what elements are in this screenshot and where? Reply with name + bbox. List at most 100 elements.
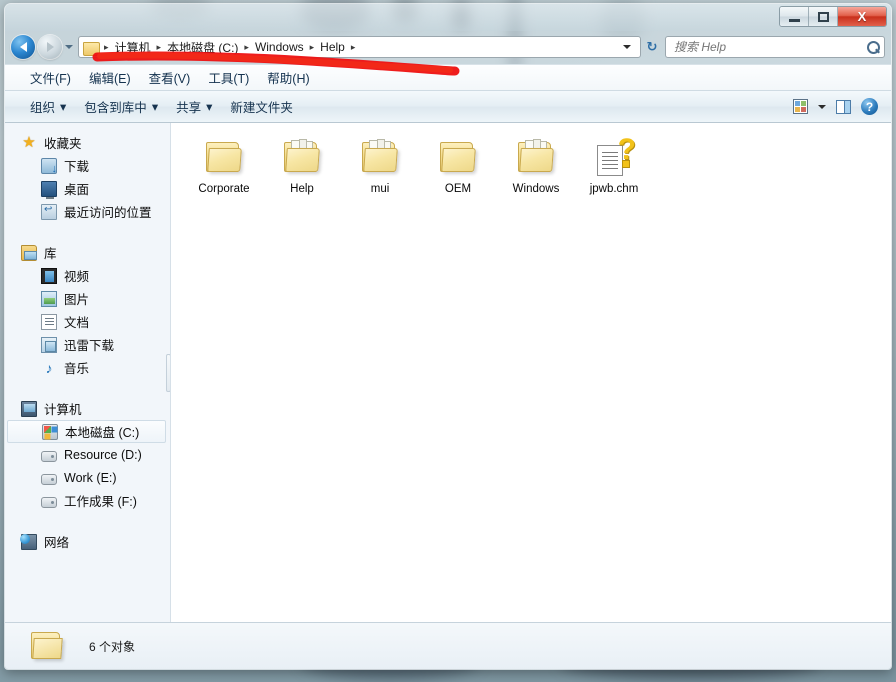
back-arrow-icon [20, 42, 27, 52]
navigation-pane[interactable]: ★ 收藏夹 下载 桌面 最近访问的位置 [5, 123, 171, 622]
organize-button[interactable]: 组织 ▾ [21, 93, 75, 120]
forward-button[interactable] [38, 35, 62, 59]
view-mode-button[interactable] [788, 96, 813, 117]
address-bar[interactable]: ▸ 计算机 ▸ 本地磁盘 (C:) ▸ Windows ▸ Help ▸ [78, 36, 641, 58]
sidebar-item-work-results-f[interactable]: 工作成果 (F:) [5, 489, 170, 512]
organize-label: 组织 [30, 97, 55, 116]
sidebar-label-network: 网络 [44, 532, 69, 551]
share-label: 共享 [176, 97, 201, 116]
sidebar-item-thunder-download[interactable]: 迅雷下载 [5, 333, 170, 356]
sidebar-label-recent-places: 最近访问的位置 [64, 202, 152, 221]
nav-group-computer: 计算机 本地磁盘 (C:) Resource (D:) Work (E:) 工作… [5, 397, 170, 512]
music-icon: ♪ [41, 360, 57, 376]
file-item-windows[interactable]: Windows [497, 133, 575, 202]
help-circle-icon: ? [861, 98, 878, 115]
sidebar-item-downloads[interactable]: 下载 [5, 154, 170, 177]
nav-group-network: 网络 [5, 530, 170, 553]
include-in-library-button[interactable]: 包含到库中 ▾ [75, 93, 167, 120]
new-folder-label: 新建文件夹 [230, 97, 293, 116]
preview-pane-button[interactable] [831, 97, 856, 117]
nav-group-libraries: 库 视频 图片 文档 迅雷下载 [5, 241, 170, 379]
menu-file[interactable]: 文件(F) [21, 65, 80, 90]
maximize-icon [818, 12, 829, 22]
sidebar-label-local-disk-c: 本地磁盘 (C:) [65, 422, 139, 441]
close-button[interactable]: X [838, 7, 886, 26]
folder-with-files-icon [277, 137, 327, 179]
breadcrumb-separator: ▸ [100, 42, 113, 53]
chevron-down-icon: ▾ [206, 99, 212, 114]
menu-tools[interactable]: 工具(T) [199, 65, 258, 90]
file-item-corporate[interactable]: Corporate [185, 133, 263, 202]
search-input[interactable] [674, 40, 867, 54]
search-box[interactable] [665, 36, 885, 58]
sidebar-item-libraries[interactable]: 库 [5, 241, 170, 264]
preview-pane-icon [836, 100, 851, 114]
sidebar-item-desktop[interactable]: 桌面 [5, 177, 170, 200]
file-item-oem[interactable]: OEM [419, 133, 497, 202]
explorer-window: X ▸ 计算机 ▸ 本地磁盘 (C:) ▸ Windows ▸ Help [4, 3, 892, 670]
chevron-down-icon: ▾ [152, 99, 158, 114]
sidebar-label-documents: 文档 [64, 312, 89, 331]
minimize-button[interactable] [780, 7, 809, 26]
command-toolbar: 组织 ▾ 包含到库中 ▾ 共享 ▾ 新建文件夹 ? [5, 90, 891, 123]
breadcrumb-separator: ▸ [347, 42, 360, 53]
include-in-library-label: 包含到库中 [84, 97, 147, 116]
breadcrumb: ▸ 计算机 ▸ 本地磁盘 (C:) ▸ Windows ▸ Help ▸ [100, 38, 620, 57]
refresh-button[interactable]: ↻ [641, 39, 663, 55]
sidebar-label-favorites: 收藏夹 [44, 133, 82, 152]
sidebar-label-thunder-download: 迅雷下载 [64, 335, 114, 354]
menu-help[interactable]: 帮助(H) [258, 65, 318, 90]
menu-edit[interactable]: 编辑(E) [80, 65, 140, 90]
help-button[interactable]: ? [856, 95, 883, 118]
explorer-body: ★ 收藏夹 下载 桌面 最近访问的位置 [5, 123, 891, 622]
sidebar-label-resource-d: Resource (D:) [64, 448, 142, 462]
sidebar-item-recent-places[interactable]: 最近访问的位置 [5, 200, 170, 223]
file-grid: Corporate Help mui [185, 133, 891, 208]
new-folder-button[interactable]: 新建文件夹 [221, 93, 302, 120]
view-mode-dropdown-button[interactable] [813, 102, 831, 112]
network-icon [21, 534, 37, 550]
drive-icon [41, 497, 57, 508]
sidebar-item-computer[interactable]: 计算机 [5, 397, 170, 420]
sidebar-item-work-e[interactable]: Work (E:) [5, 466, 170, 489]
file-item-help[interactable]: Help [263, 133, 341, 202]
sidebar-label-videos: 视频 [64, 266, 89, 285]
chm-file-icon: ? [589, 137, 639, 179]
sidebar-item-documents[interactable]: 文档 [5, 310, 170, 333]
file-name: Windows [513, 183, 560, 196]
sidebar-item-music[interactable]: ♪ 音乐 [5, 356, 170, 379]
maximize-button[interactable] [809, 7, 838, 26]
desktop-icon [41, 181, 57, 197]
file-list-pane[interactable]: Corporate Help mui [171, 123, 891, 622]
window-controls: X [779, 6, 887, 27]
breadcrumb-item-local-disk[interactable]: 本地磁盘 (C:) [165, 38, 240, 57]
minimize-icon [789, 19, 800, 22]
documents-icon [41, 314, 57, 330]
sidebar-item-local-disk-c[interactable]: 本地磁盘 (C:) [7, 420, 166, 443]
sidebar-label-work-e: Work (E:) [64, 471, 117, 485]
sidebar-label-pictures: 图片 [64, 289, 89, 308]
chevron-down-icon: ▾ [60, 99, 66, 114]
sidebar-item-videos[interactable]: 视频 [5, 264, 170, 287]
navigation-bar: ▸ 计算机 ▸ 本地磁盘 (C:) ▸ Windows ▸ Help ▸ ↻ [5, 31, 891, 63]
breadcrumb-item-computer[interactable]: 计算机 [113, 38, 153, 57]
sidebar-item-pictures[interactable]: 图片 [5, 287, 170, 310]
status-text: 6 个对象 [89, 638, 135, 655]
menu-view[interactable]: 查看(V) [140, 65, 200, 90]
sidebar-item-favorites[interactable]: ★ 收藏夹 [5, 131, 170, 154]
breadcrumb-item-help[interactable]: Help [318, 39, 347, 55]
history-dropdown-button[interactable] [62, 45, 76, 49]
pictures-icon [41, 291, 57, 307]
drive-icon [41, 474, 57, 485]
file-item-mui[interactable]: mui [341, 133, 419, 202]
folder-icon [25, 628, 69, 666]
sidebar-item-resource-d[interactable]: Resource (D:) [5, 443, 170, 466]
recent-places-icon [41, 204, 57, 220]
address-dropdown-button[interactable] [620, 45, 637, 49]
sidebar-item-network[interactable]: 网络 [5, 530, 170, 553]
folder-with-files-icon [511, 137, 561, 179]
breadcrumb-item-windows[interactable]: Windows [253, 39, 306, 55]
share-button[interactable]: 共享 ▾ [167, 93, 221, 120]
file-item-jpwb-chm[interactable]: ? jpwb.chm [575, 133, 653, 202]
back-button[interactable] [11, 35, 35, 59]
